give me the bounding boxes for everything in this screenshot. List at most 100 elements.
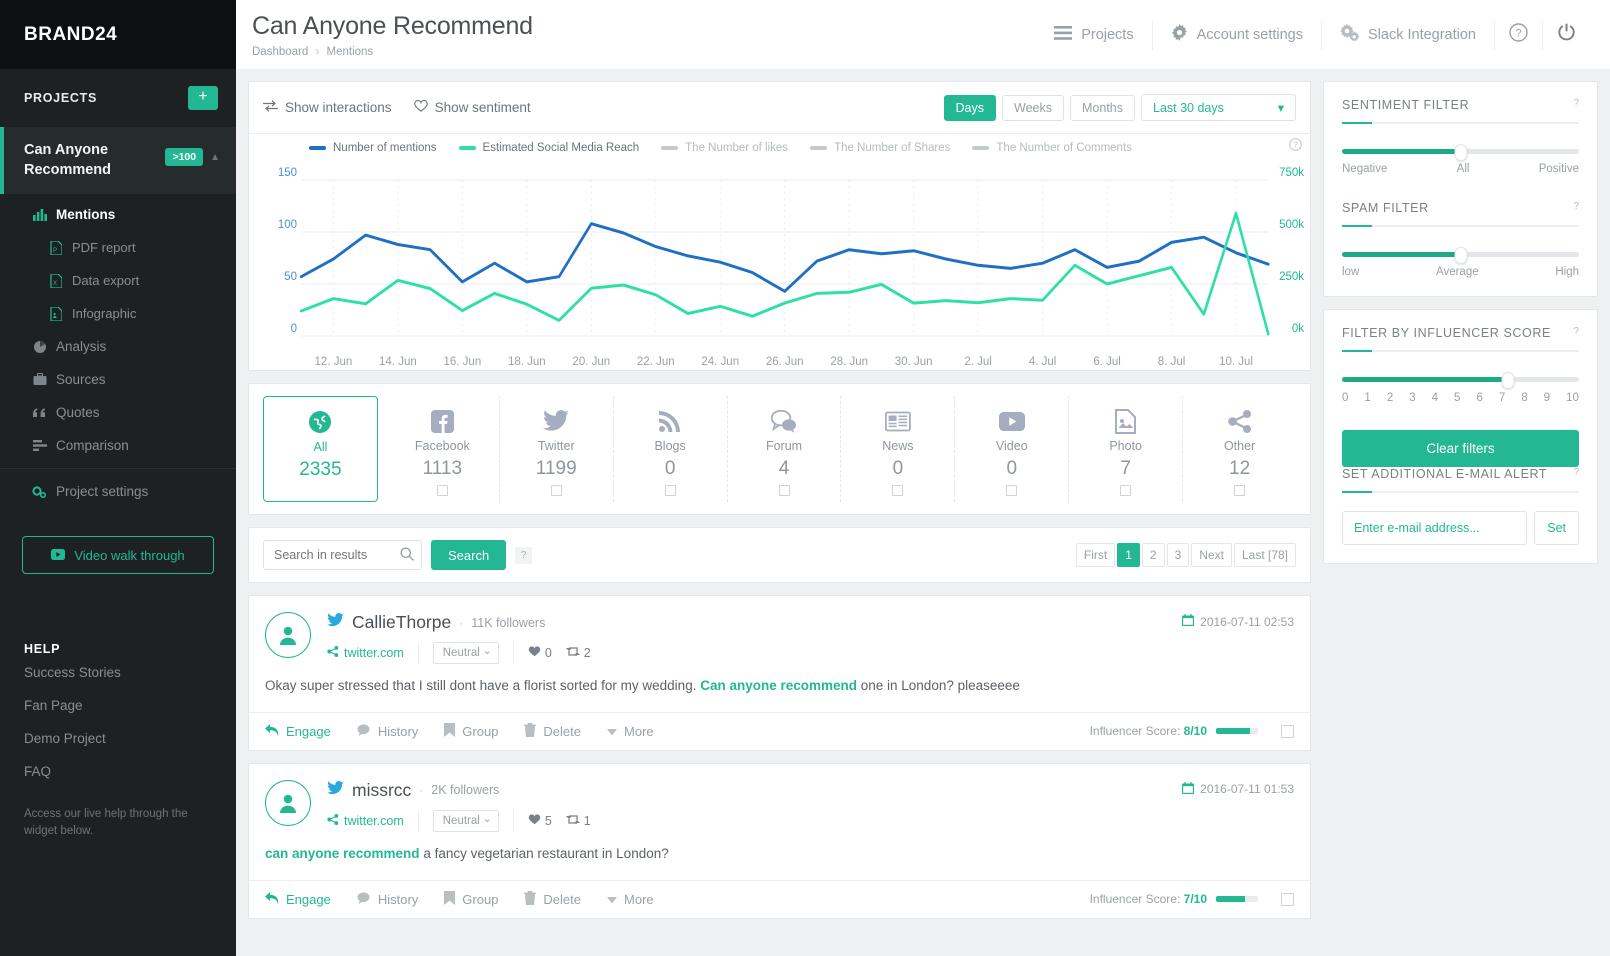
add-project-button[interactable]: + <box>188 86 218 110</box>
source-tile-news[interactable]: News 0 <box>841 396 955 502</box>
search-help-icon[interactable]: ? <box>515 547 532 564</box>
source-checkbox[interactable] <box>1234 485 1245 496</box>
influencer-panel: FILTER BY INFLUENCER SCORE ? 01234567891… <box>1323 309 1598 564</box>
topnav-slack-integration[interactable]: Slack Integration <box>1321 20 1494 50</box>
mention-action-delete[interactable]: Delete <box>524 891 581 908</box>
help-link-fan-page[interactable]: Fan Page <box>0 689 236 722</box>
source-tile-blogs[interactable]: Blogs 0 <box>614 396 728 502</box>
sentiment-slider[interactable] <box>1342 144 1579 160</box>
show-sentiment-toggle[interactable]: Show sentiment <box>414 100 531 115</box>
mention-domain[interactable]: twitter.com <box>327 646 404 660</box>
mention-submeta: twitter.com Neutral 0 2 <box>327 642 1294 664</box>
sidebar-item-pdf-report[interactable]: P PDF report <box>0 231 236 264</box>
mention-action-engage[interactable]: Engage <box>265 891 331 908</box>
source-tile-forum[interactable]: Forum 4 <box>728 396 842 502</box>
chart-help-icon[interactable]: ? <box>1289 138 1302 154</box>
mention-action-history[interactable]: History <box>357 891 418 908</box>
mention-action-history[interactable]: History <box>357 723 418 740</box>
sidebar-item-project-settings[interactable]: Project settings <box>0 475 236 508</box>
mention-action-engage[interactable]: Engage <box>265 723 331 740</box>
sidebar-item-mentions[interactable]: Mentions <box>0 198 236 231</box>
clear-filters-button[interactable]: Clear filters <box>1342 430 1579 467</box>
sidebar-project-can-anyone-recommend[interactable]: Can Anyone Recommend >100 ▲ <box>0 127 236 194</box>
globe-icon <box>308 409 332 435</box>
source-checkbox[interactable] <box>892 485 903 496</box>
mention-checkbox[interactable] <box>1281 893 1294 906</box>
legend-item-0[interactable]: Number of mentions <box>309 142 437 154</box>
date-range-select[interactable]: Last 30 days ▾ <box>1141 94 1296 121</box>
help-link-success-stories[interactable]: Success Stories <box>0 656 236 689</box>
influencer-help-icon[interactable]: ? <box>1573 326 1579 337</box>
sidebar-item-sources[interactable]: Sources <box>0 363 236 396</box>
source-tile-other[interactable]: Other 12 <box>1183 396 1296 502</box>
legend-item-3[interactable]: The Number of Shares <box>810 142 950 154</box>
sidebar-item-quotes[interactable]: Quotes <box>0 396 236 429</box>
pagination-first[interactable]: First <box>1076 543 1115 567</box>
slider-knob[interactable] <box>1501 372 1514 389</box>
legend-item-4[interactable]: The Number of Comments <box>972 142 1132 154</box>
mentions-chart[interactable]: Number of mentions Estimated Social Medi… <box>249 134 1310 370</box>
mention-username[interactable]: missrcc <box>352 780 411 801</box>
source-checkbox[interactable] <box>437 485 448 496</box>
mention-action-more[interactable]: More <box>607 723 654 740</box>
slider-knob[interactable] <box>1454 144 1467 161</box>
topnav-account-settings[interactable]: Account settings <box>1152 20 1321 50</box>
sentiment-select[interactable]: Neutral <box>433 642 499 664</box>
influencer-slider[interactable] <box>1342 372 1579 388</box>
pagination-page-1[interactable]: 1 <box>1117 543 1140 567</box>
help-link-demo-project[interactable]: Demo Project <box>0 722 236 755</box>
granularity-weeks[interactable]: Weeks <box>1002 95 1064 121</box>
chevron-up-icon[interactable]: ▲ <box>210 152 220 163</box>
brand-logo[interactable]: BRAND24 <box>0 0 236 69</box>
source-checkbox[interactable] <box>665 485 676 496</box>
source-checkbox[interactable] <box>1006 485 1017 496</box>
sidebar-item-infographic[interactable]: Infographic <box>0 297 236 330</box>
mention-action-delete[interactable]: Delete <box>524 723 581 740</box>
breadcrumb-dashboard[interactable]: Dashboard <box>252 46 308 58</box>
search-input[interactable] <box>263 540 422 570</box>
mention-action-group[interactable]: Group <box>444 723 498 740</box>
set-email-alert-button[interactable]: Set <box>1534 511 1579 545</box>
source-tile-twitter[interactable]: Twitter 1199 <box>500 396 614 502</box>
sentiment-select[interactable]: Neutral <box>433 810 499 832</box>
search-button[interactable]: Search <box>431 540 506 570</box>
help-link-faq[interactable]: FAQ <box>0 755 236 788</box>
breadcrumb-mentions[interactable]: Mentions <box>327 46 374 58</box>
sentiment-help-icon[interactable]: ? <box>1573 98 1579 109</box>
legend-item-1[interactable]: Estimated Social Media Reach <box>459 142 640 154</box>
spam-slider[interactable] <box>1342 247 1579 263</box>
pagination-page-3[interactable]: 3 <box>1167 543 1190 567</box>
mention-checkbox[interactable] <box>1281 725 1294 738</box>
video-walkthrough-button[interactable]: Video walk through <box>22 536 214 574</box>
pagination-page-2[interactable]: 2 <box>1142 543 1165 567</box>
sidebar-item-data-export[interactable]: X Data export <box>0 264 236 297</box>
email-input[interactable] <box>1342 511 1527 545</box>
source-tile-facebook[interactable]: Facebook 1113 <box>386 396 500 502</box>
sidebar-item-comparison[interactable]: Comparison <box>0 429 236 462</box>
source-checkbox[interactable] <box>1120 485 1131 496</box>
legend-item-2[interactable]: The Number of likes <box>661 142 788 154</box>
email-alert-help-icon[interactable]: ? <box>1573 467 1579 478</box>
granularity-days[interactable]: Days <box>944 95 996 121</box>
pagination-last[interactable]: Last [78] <box>1234 543 1296 567</box>
source-tile-photo[interactable]: Photo 7 <box>1069 396 1183 502</box>
pagination-next[interactable]: Next <box>1191 543 1232 567</box>
source-checkbox[interactable] <box>779 485 790 496</box>
mention-action-group[interactable]: Group <box>444 891 498 908</box>
slider-knob[interactable] <box>1454 247 1467 264</box>
source-checkbox[interactable] <box>551 485 562 496</box>
slider-fill <box>1342 149 1461 154</box>
sidebar-item-analysis[interactable]: Analysis <box>0 330 236 363</box>
source-tile-video[interactable]: Video 0 <box>955 396 1069 502</box>
granularity-months[interactable]: Months <box>1070 95 1135 121</box>
source-tile-all[interactable]: All 2335 <box>263 396 378 502</box>
show-interactions-toggle[interactable]: Show interactions <box>263 100 392 115</box>
spam-help-icon[interactable]: ? <box>1573 201 1579 212</box>
logout-button[interactable] <box>1542 20 1590 50</box>
topnav-projects[interactable]: Projects <box>1036 20 1151 50</box>
mention-username[interactable]: CallieThorpe <box>352 612 451 633</box>
help-button[interactable]: ? <box>1494 20 1542 50</box>
mention-domain[interactable]: twitter.com <box>327 814 404 828</box>
source-name: Other <box>1224 439 1255 453</box>
mention-action-more[interactable]: More <box>607 891 654 908</box>
